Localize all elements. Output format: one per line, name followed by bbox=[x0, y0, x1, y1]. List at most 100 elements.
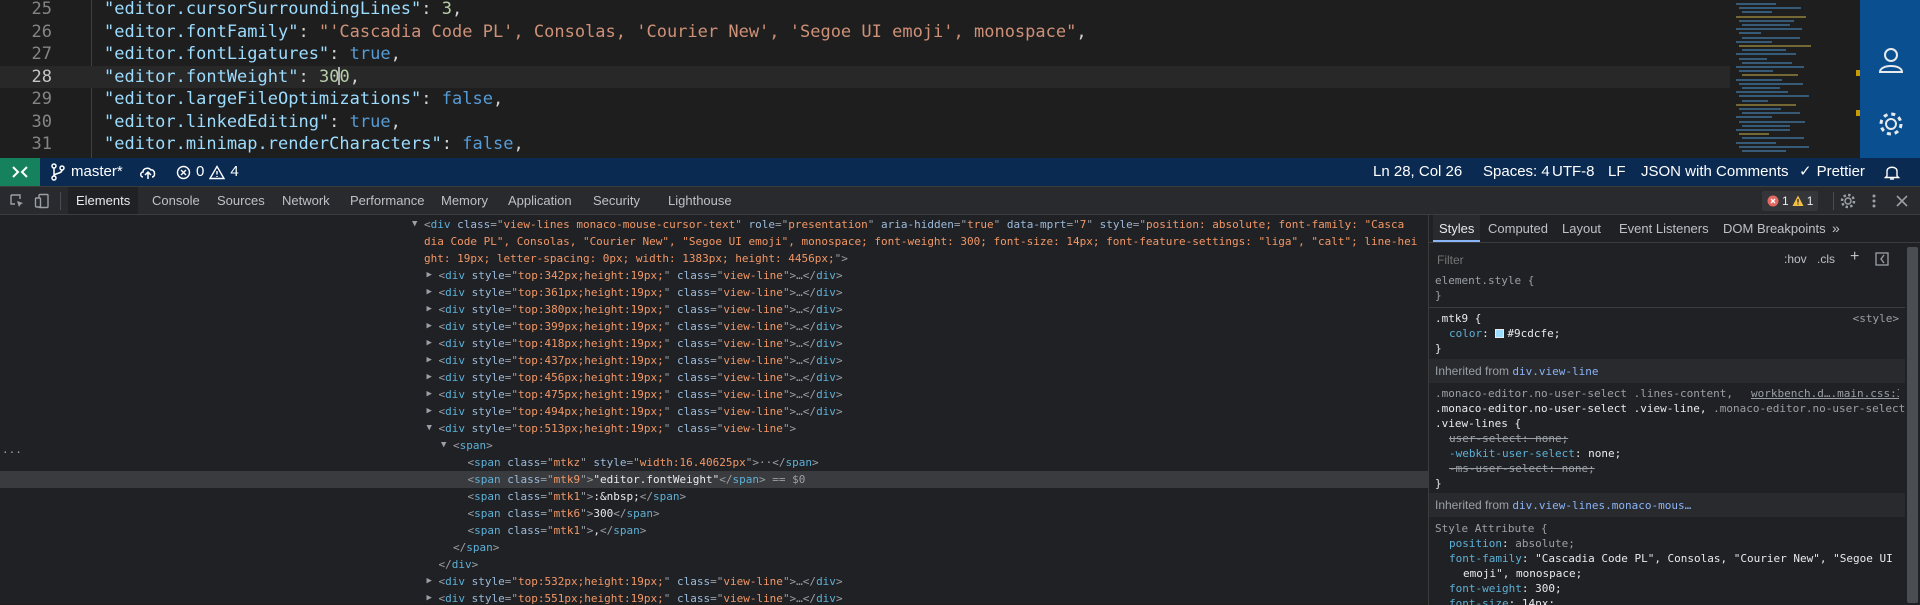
cursor-position[interactable]: Ln 28, Col 26 bbox=[1373, 158, 1462, 186]
overridden-declaration[interactable]: user-select: none; bbox=[1449, 431, 1919, 446]
inspect-element-icon[interactable] bbox=[9, 193, 25, 209]
dom-node[interactable]: ▶ <div style="top:437px;height:19px;" cla… bbox=[0, 352, 1428, 369]
dom-node[interactable]: ▶ <div style="top:494px;height:19px;" cla… bbox=[0, 403, 1428, 420]
end-of-line[interactable]: LF bbox=[1608, 158, 1626, 186]
selector-line[interactable]: .monaco-editor.no-user-select .view-line… bbox=[1435, 401, 1905, 416]
element-style-selector[interactable]: element.style { bbox=[1435, 273, 1905, 288]
new-style-rule-icon[interactable]: + bbox=[1850, 248, 1859, 266]
tab-computed[interactable]: Computed bbox=[1482, 215, 1554, 242]
dom-node[interactable]: ▶ <div style="top:380px;height:19px;" cla… bbox=[0, 301, 1428, 318]
dom-node[interactable]: ▼ <span> bbox=[0, 437, 1428, 454]
dom-node[interactable]: ▼ <div style="top:513px;height:19px;" cla… bbox=[0, 420, 1428, 437]
notifications-button[interactable] bbox=[1884, 158, 1900, 186]
dom-node[interactable]: ▶ <div style="top:418px;height:19px;" cla… bbox=[0, 335, 1428, 352]
expand-triangle-icon[interactable]: ▶ bbox=[427, 352, 437, 369]
expand-triangle-icon[interactable]: ▶ bbox=[427, 301, 437, 318]
collapse-triangle-icon[interactable]: ▼ bbox=[427, 420, 437, 437]
formatter-status[interactable]: ✓ Prettier bbox=[1799, 158, 1865, 186]
minimap[interactable] bbox=[1730, 0, 1842, 158]
sync-button[interactable] bbox=[139, 158, 157, 186]
dom-node[interactable]: <span class="mtk1">,</span> bbox=[0, 522, 1428, 539]
code-line[interactable]: 29 "editor.largeFileOptimizations": false… bbox=[0, 88, 1730, 110]
tab-console[interactable]: Console bbox=[144, 187, 208, 214]
rule-source[interactable]: <style> bbox=[1844, 311, 1899, 326]
selector-line[interactable]: .view-lines { bbox=[1435, 416, 1905, 431]
inherited-target-link[interactable]: div.view-lines.monaco-mous… bbox=[1512, 499, 1691, 512]
gear-icon[interactable] bbox=[1840, 193, 1856, 209]
style-declaration[interactable]: font-family: "Cascadia Code PL", Consola… bbox=[1449, 551, 1919, 566]
color-swatch[interactable] bbox=[1495, 329, 1505, 338]
dom-node[interactable]: dia Code PL", Consolas, "Courier New", "… bbox=[0, 233, 1428, 250]
style-declaration[interactable]: font-weight: 300; bbox=[1449, 581, 1919, 596]
dom-node[interactable]: ▶ <div style="top:475px;height:19px;" cla… bbox=[0, 386, 1428, 403]
styles-scrollbar-thumb[interactable] bbox=[1907, 247, 1918, 603]
code-line[interactable]: 31 "editor.minimap.renderCharacters": fal… bbox=[0, 133, 1730, 155]
branch-indicator[interactable]: master* bbox=[50, 158, 123, 186]
more-options-icon[interactable] bbox=[1866, 193, 1882, 209]
expand-triangle-icon[interactable]: ▶ bbox=[427, 318, 437, 335]
dom-node[interactable]: ▶ <div style="top:342px;height:19px;" cla… bbox=[0, 267, 1428, 284]
tab-dom-breakpoints[interactable]: DOM Breakpoints bbox=[1717, 215, 1832, 242]
tab-lighthouse[interactable]: Lighthouse bbox=[660, 187, 740, 214]
dom-node[interactable]: ▶ <div style="top:361px;height:19px;" cla… bbox=[0, 284, 1428, 301]
inherited-target-link[interactable]: div.view-line bbox=[1512, 365, 1598, 378]
filter-box[interactable] bbox=[1435, 250, 1775, 270]
dom-node[interactable]: <span class="mtk1">:&nbsp;</span> bbox=[0, 488, 1428, 505]
hover-state-toggle[interactable]: :hov bbox=[1784, 252, 1807, 266]
rule-declaration[interactable]: color: #9cdcfe; bbox=[1449, 326, 1919, 341]
problems-indicator[interactable]: 0 4 bbox=[176, 158, 239, 186]
code-line[interactable]: 26 "editor.fontFamily": "'Cascadia Code P… bbox=[0, 21, 1730, 43]
expand-triangle-icon[interactable]: ▶ bbox=[427, 369, 437, 386]
code-line[interactable]: 30 "editor.linkedEditing": true, bbox=[0, 111, 1730, 133]
tab-performance[interactable]: Performance bbox=[342, 187, 432, 214]
expand-triangle-icon[interactable]: ▶ bbox=[427, 284, 437, 301]
tab-application[interactable]: Application bbox=[500, 187, 580, 214]
close-icon[interactable] bbox=[1894, 193, 1910, 209]
dom-node[interactable]: ▼ <div class="view-lines monaco-mouse-cur… bbox=[0, 216, 1428, 233]
dom-node[interactable]: </div> bbox=[0, 556, 1428, 573]
expand-triangle-icon[interactable]: ▶ bbox=[427, 386, 437, 403]
dom-node[interactable]: ght: 19px; letter-spacing: 0px; width: 1… bbox=[0, 250, 1428, 267]
dom-node[interactable]: ▶ <div style="top:532px;height:19px;" cla… bbox=[0, 573, 1428, 590]
dom-node-selected[interactable]: <span class="mtk9">"editor.fontWeight"</… bbox=[0, 471, 1428, 488]
rule-selector[interactable]: .mtk9 { bbox=[1435, 311, 1905, 326]
device-toolbar-icon[interactable] bbox=[34, 193, 50, 209]
account-icon[interactable] bbox=[1877, 46, 1905, 74]
tab-network[interactable]: Network bbox=[274, 187, 338, 214]
more-tabs-icon[interactable]: » bbox=[1826, 215, 1846, 242]
code-editor[interactable]: 25 "editor.cursorSurroundingLines": 3, 26 "… bbox=[0, 0, 1860, 158]
tab-sources[interactable]: Sources bbox=[209, 187, 273, 214]
dom-node[interactable]: <span class="mtkz" style="width:16.40625… bbox=[0, 454, 1428, 471]
class-toggle[interactable]: .cls bbox=[1817, 252, 1835, 266]
overridden-declaration[interactable]: -ms-user-select: none; bbox=[1449, 461, 1919, 476]
dom-node[interactable]: ▶ <div style="top:551px;height:19px;" cla… bbox=[0, 590, 1428, 605]
style-attribute-selector[interactable]: Style Attribute { bbox=[1435, 521, 1905, 536]
elements-dom-tree[interactable]: ▼ <div class="view-lines monaco-mouse-cur… bbox=[0, 215, 1428, 605]
dom-node[interactable]: ▶ <div style="top:399px;height:19px;" cla… bbox=[0, 318, 1428, 335]
dom-node[interactable]: <span class="mtk6">300</span> bbox=[0, 505, 1428, 522]
expand-triangle-icon[interactable]: ▶ bbox=[427, 403, 437, 420]
expand-triangle-icon[interactable]: ▶ bbox=[427, 267, 437, 284]
toggle-sidebar-icon[interactable] bbox=[1875, 252, 1889, 266]
code-line[interactable]: 28 "editor.fontWeight": 300, bbox=[0, 65, 1730, 88]
expand-triangle-icon[interactable]: ▶ bbox=[427, 573, 437, 590]
collapse-triangle-icon[interactable]: ▼ bbox=[412, 216, 422, 233]
tab-elements[interactable]: Elements bbox=[68, 187, 139, 214]
expand-triangle-icon[interactable]: ▶ bbox=[427, 335, 437, 352]
expand-triangle-icon[interactable]: ▶ bbox=[427, 590, 437, 605]
code-line[interactable]: 25 "editor.cursorSurroundingLines": 3, bbox=[0, 0, 1730, 20]
tab-memory[interactable]: Memory bbox=[433, 187, 496, 214]
tab-styles[interactable]: Styles bbox=[1433, 215, 1481, 242]
indentation[interactable]: Spaces: 4 bbox=[1483, 158, 1550, 186]
dom-node[interactable]: </span> bbox=[0, 539, 1428, 556]
stylesheet-link[interactable]: workbench.d….main.css:3 bbox=[1751, 386, 1899, 401]
language-mode[interactable]: JSON with Comments bbox=[1641, 158, 1789, 186]
styles-filter-input[interactable] bbox=[1435, 250, 1775, 270]
code-line[interactable]: 27 "editor.fontLigatures": true, bbox=[0, 43, 1730, 65]
tab-layout[interactable]: Layout bbox=[1556, 215, 1607, 242]
collapse-triangle-icon[interactable]: ▼ bbox=[441, 437, 451, 454]
remote-indicator[interactable] bbox=[0, 158, 40, 186]
encoding[interactable]: UTF-8 bbox=[1552, 158, 1595, 186]
gear-icon[interactable] bbox=[1877, 110, 1905, 138]
tab-event-listeners[interactable]: Event Listeners bbox=[1613, 215, 1715, 242]
